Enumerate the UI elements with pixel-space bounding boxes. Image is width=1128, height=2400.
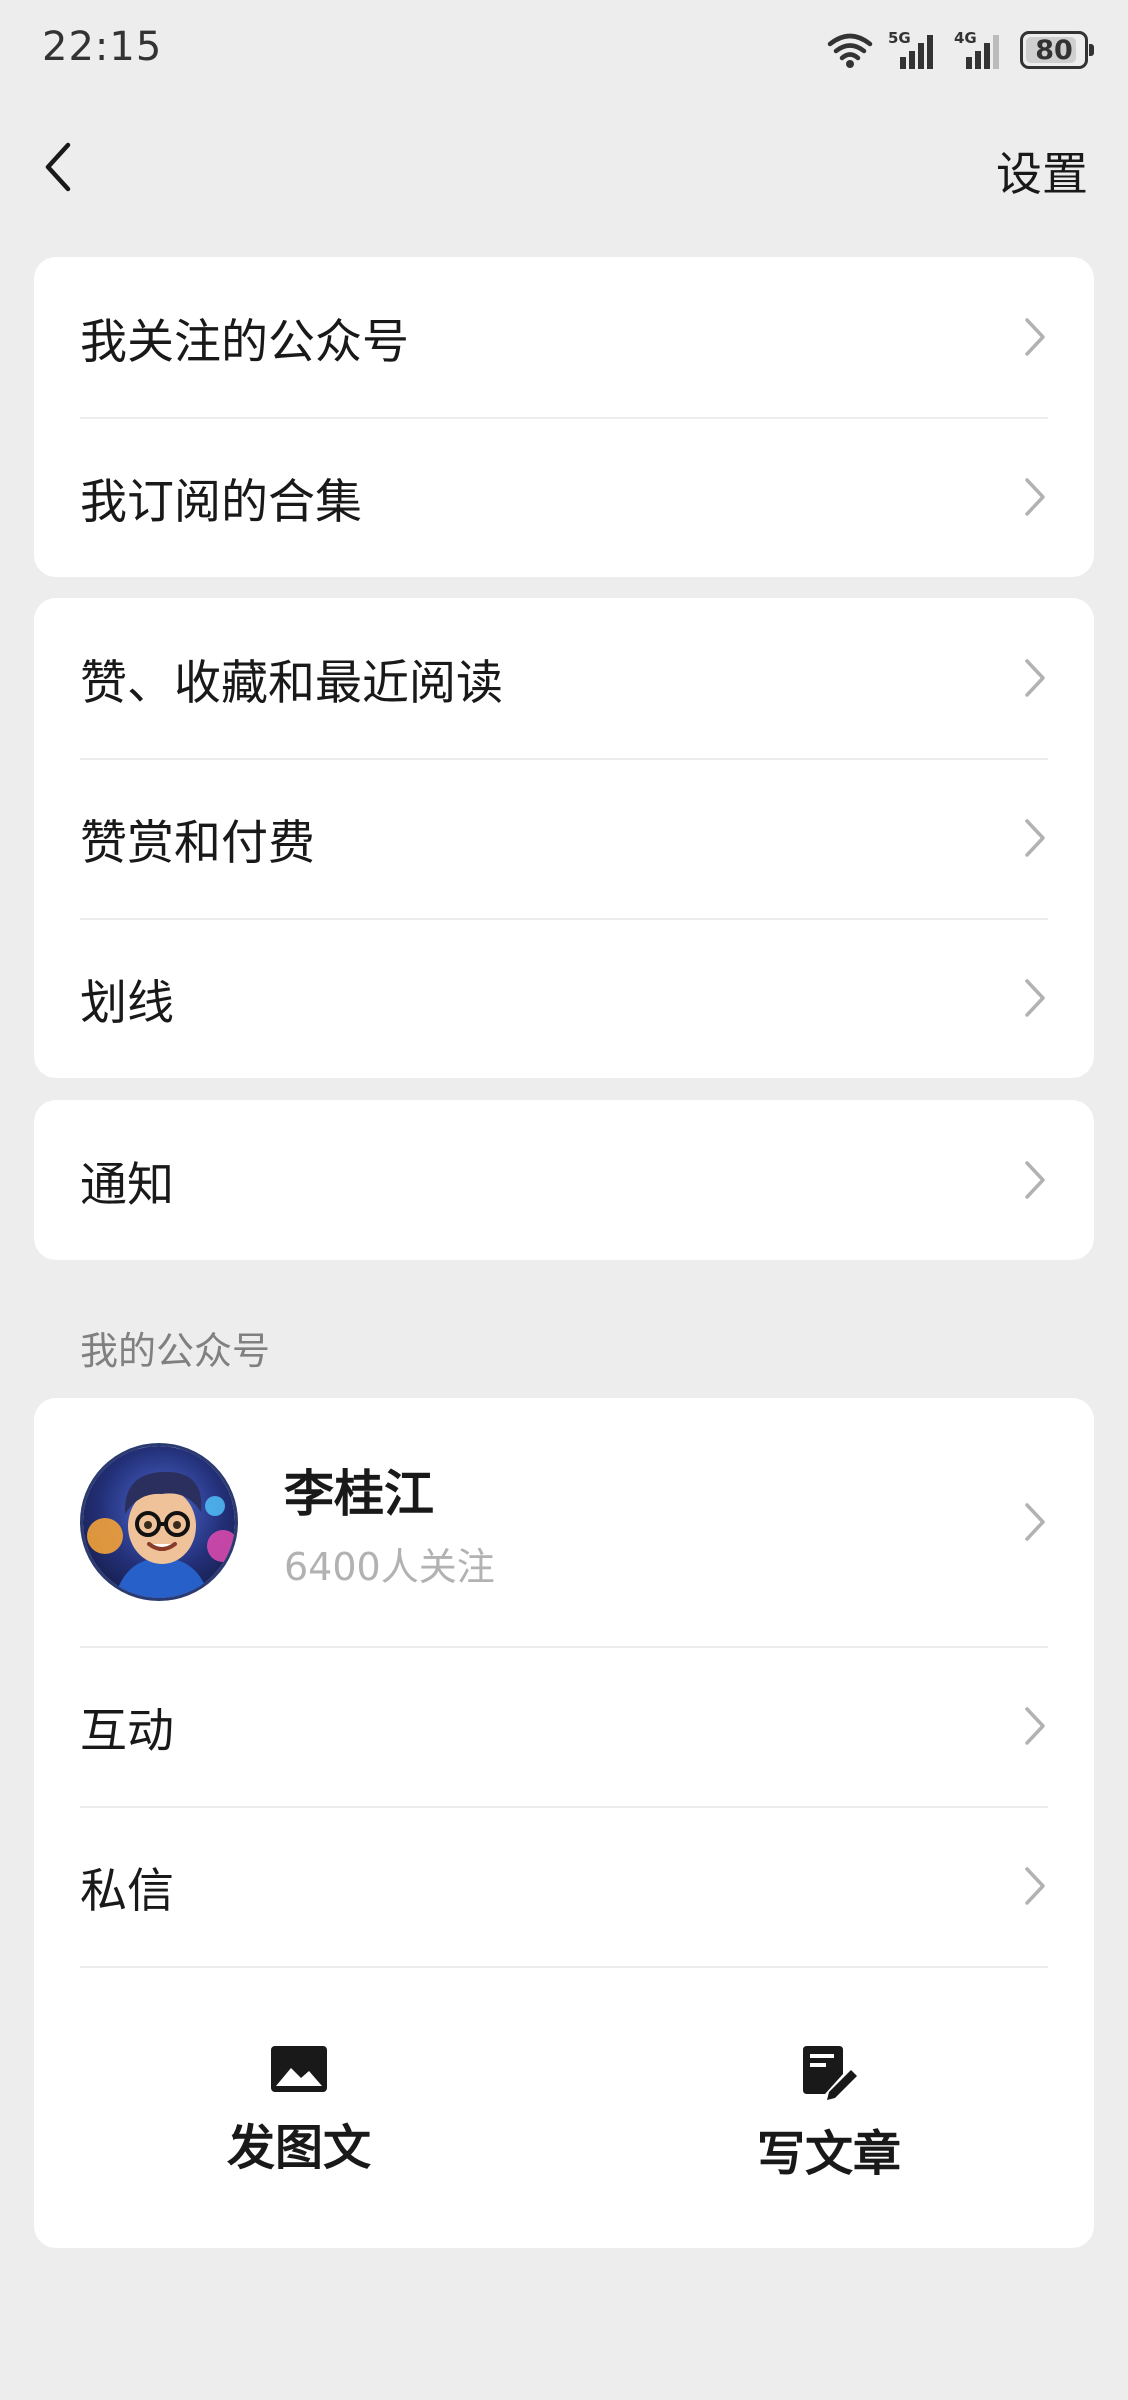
- chevron-right-icon: [1025, 318, 1045, 356]
- write-article-button[interactable]: 写文章: [564, 1966, 1094, 2248]
- svg-text:4G: 4G: [954, 29, 977, 47]
- back-button[interactable]: [28, 132, 88, 202]
- edit-document-icon: [803, 2046, 857, 2100]
- chevron-right-icon: [1025, 1867, 1045, 1905]
- nav-bar: 设置: [0, 110, 1128, 220]
- menu-item-interactions[interactable]: 互动: [34, 1646, 1094, 1806]
- chevron-right-icon: [1025, 819, 1045, 857]
- post-image-text-button[interactable]: 发图文: [34, 1966, 564, 2248]
- post-image-text-label: 发图文: [226, 2120, 371, 2176]
- account-info: 李桂江 6400人关注: [284, 1454, 495, 1591]
- menu-item-likes-favorites-recent[interactable]: 赞、收藏和最近阅读: [34, 598, 1094, 758]
- wifi-icon: [827, 33, 873, 68]
- avatar: [80, 1443, 238, 1601]
- settings-button[interactable]: 设置: [996, 138, 1088, 204]
- account-followers: 6400人关注: [284, 1544, 495, 1589]
- account-name: 李桂江: [284, 1464, 434, 1523]
- menu-item-label: 划线: [80, 975, 174, 1031]
- menu-item-label: 我关注的公众号: [80, 314, 409, 370]
- image-icon: [271, 2046, 327, 2092]
- signal-5g-icon: 5G: [888, 29, 933, 69]
- chevron-right-icon: [1025, 478, 1045, 516]
- battery-level: 80: [1035, 34, 1073, 66]
- chevron-left-icon: [45, 142, 71, 192]
- menu-item-subscribed-collections[interactable]: 我订阅的合集: [34, 417, 1094, 577]
- chevron-right-icon: [1025, 659, 1045, 697]
- account-profile-row[interactable]: 李桂江 6400人关注: [34, 1398, 1094, 1646]
- signal-4g-icon: 4G: [954, 29, 999, 69]
- menu-item-tips-payments[interactable]: 赞赏和付费: [34, 758, 1094, 918]
- chevron-right-icon: [1025, 1161, 1045, 1199]
- menu-item-followed-accounts[interactable]: 我关注的公众号: [34, 257, 1094, 417]
- menu-item-messages[interactable]: 私信: [34, 1806, 1094, 1966]
- status-time: 22:15: [42, 24, 163, 70]
- write-article-label: 写文章: [756, 2126, 901, 2182]
- menu-group-activity: 赞、收藏和最近阅读 赞赏和付费 划线: [34, 598, 1094, 1078]
- my-account-card: 李桂江 6400人关注 互动 私信 发图文 写文章: [34, 1398, 1094, 2248]
- publish-actions: 发图文 写文章: [34, 1966, 1094, 2248]
- menu-item-label: 互动: [80, 1703, 174, 1759]
- chevron-right-icon: [1025, 1707, 1045, 1745]
- svg-text:5G: 5G: [888, 29, 911, 47]
- chevron-right-icon: [1025, 979, 1045, 1017]
- status-bar: 22:15 5G 4G 80: [0, 0, 1128, 100]
- status-icons: 5G 4G 80: [826, 26, 1094, 74]
- menu-item-label: 我订阅的合集: [80, 474, 362, 530]
- menu-group-follow: 我关注的公众号 我订阅的合集: [34, 257, 1094, 577]
- menu-item-label: 通知: [80, 1157, 174, 1213]
- page: 22:15 5G 4G 80 设置 我关注的公众号 我订阅的合集 赞、收藏和最近…: [0, 0, 1128, 2400]
- menu-item-notifications[interactable]: 通知: [34, 1100, 1094, 1260]
- section-title-my-account: 我的公众号: [80, 1329, 271, 1373]
- menu-item-label: 赞赏和付费: [80, 815, 315, 871]
- chevron-right-icon: [1025, 1503, 1045, 1541]
- menu-group-notifications: 通知: [34, 1100, 1094, 1260]
- battery-icon: 80: [1020, 31, 1094, 69]
- menu-item-label: 赞、收藏和最近阅读: [80, 655, 503, 711]
- menu-item-highlights[interactable]: 划线: [34, 918, 1094, 1078]
- menu-item-label: 私信: [80, 1863, 174, 1919]
